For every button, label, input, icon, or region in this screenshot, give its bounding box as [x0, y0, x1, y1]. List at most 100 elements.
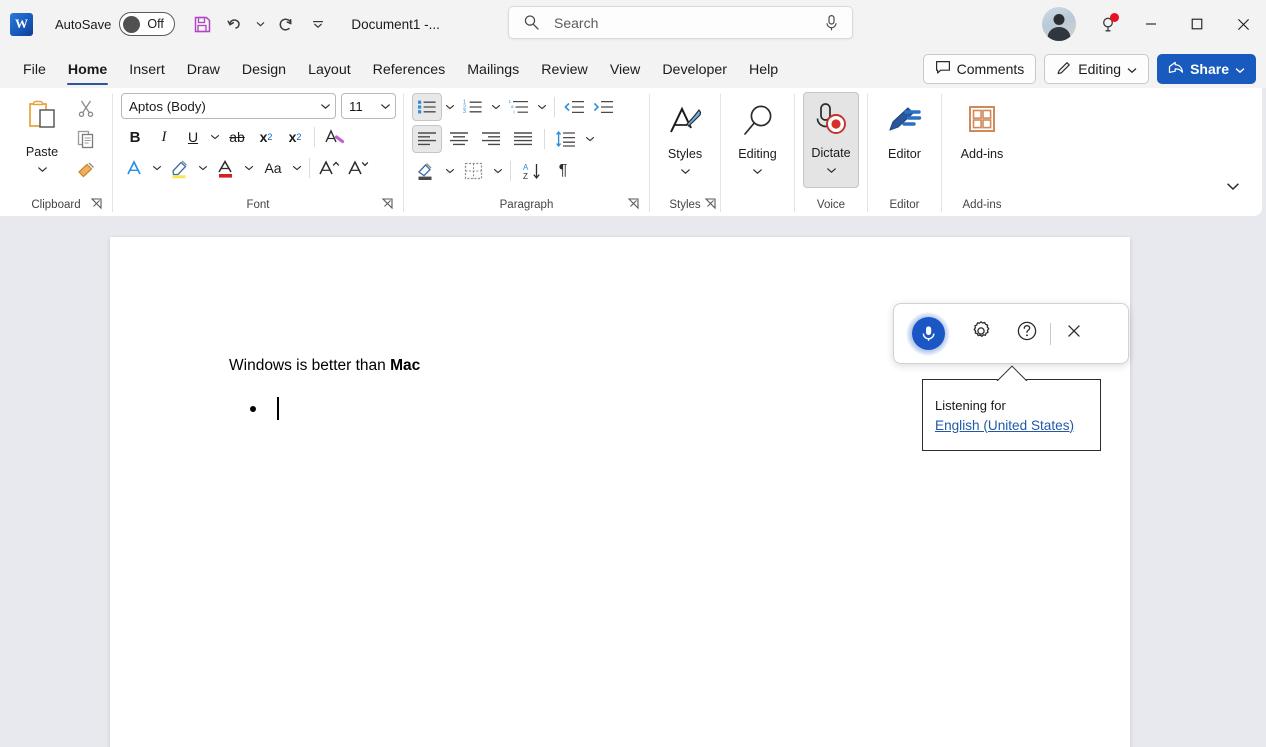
- maximize-icon[interactable]: [1174, 0, 1220, 48]
- paragraph-marks-button[interactable]: ¶: [549, 157, 577, 185]
- dictate-button[interactable]: Dictate: [803, 92, 859, 188]
- grow-font-button[interactable]: [315, 154, 343, 182]
- tab-design[interactable]: Design: [231, 52, 297, 88]
- chevron-down-icon[interactable]: [680, 162, 691, 180]
- font-family-combo[interactable]: Aptos (Body): [121, 93, 336, 119]
- tab-mailings[interactable]: Mailings: [456, 52, 530, 88]
- line-spacing-chevron-down-icon[interactable]: [583, 126, 597, 152]
- chevron-down-icon[interactable]: [752, 162, 763, 180]
- tab-view[interactable]: View: [599, 52, 652, 88]
- close-icon[interactable]: [1220, 0, 1266, 48]
- lightbulb-icon[interactable]: [1088, 4, 1128, 44]
- dialog-launcher-icon[interactable]: [627, 197, 641, 211]
- strikethrough-button[interactable]: ab: [223, 123, 251, 151]
- underline-chevron-down-icon[interactable]: [208, 124, 222, 150]
- shrink-font-button[interactable]: [344, 154, 372, 182]
- line-spacing-button[interactable]: [551, 125, 581, 153]
- undo-dropdown-chevron-icon[interactable]: [251, 9, 269, 39]
- increase-indent-button[interactable]: [589, 93, 617, 121]
- clear-formatting-button[interactable]: [320, 123, 348, 151]
- save-icon[interactable]: [187, 9, 217, 39]
- shading-button[interactable]: [412, 157, 442, 185]
- quick-access-more-icon[interactable]: [303, 9, 333, 39]
- dictation-close-button[interactable]: [1057, 317, 1091, 351]
- dialog-launcher-icon[interactable]: [90, 197, 104, 211]
- redo-icon[interactable]: [271, 9, 301, 39]
- justify-button[interactable]: [508, 125, 538, 153]
- borders-chevron-down-icon[interactable]: [491, 158, 505, 184]
- text-highlight-button[interactable]: [165, 154, 195, 182]
- user-avatar[interactable]: [1042, 7, 1076, 41]
- share-button[interactable]: Share: [1157, 54, 1256, 84]
- tab-layout[interactable]: Layout: [297, 52, 362, 88]
- dictation-settings-button[interactable]: [964, 317, 998, 351]
- tab-developer[interactable]: Developer: [651, 52, 738, 88]
- font-size-combo[interactable]: 11: [341, 93, 396, 119]
- italic-button[interactable]: I: [150, 123, 178, 151]
- tab-draw[interactable]: Draw: [176, 52, 231, 88]
- bold-button[interactable]: B: [121, 123, 149, 151]
- styles-button[interactable]: Styles: [653, 98, 717, 180]
- listening-status-label: Listening for: [935, 398, 1100, 413]
- shading-chevron-down-icon[interactable]: [443, 158, 457, 184]
- tab-help[interactable]: Help: [738, 52, 789, 88]
- chevron-down-icon[interactable]: [826, 161, 837, 179]
- collapse-ribbon-chevron-down-icon[interactable]: [1220, 174, 1246, 198]
- text-effects-chevron-down-icon[interactable]: [150, 155, 164, 181]
- editor-button[interactable]: Editor: [871, 98, 939, 161]
- clipboard-group-label: Clipboard: [0, 194, 112, 216]
- decrease-indent-button[interactable]: [560, 93, 588, 121]
- tab-file[interactable]: File: [12, 52, 57, 88]
- font-color-chevron-down-icon[interactable]: [242, 155, 256, 181]
- editing-button[interactable]: Editing: [724, 98, 792, 180]
- microphone-icon[interactable]: [824, 14, 839, 32]
- text-effects-button[interactable]: [121, 154, 149, 182]
- autosave-toggle[interactable]: Off: [119, 12, 175, 36]
- numbering-chevron-down-icon[interactable]: [489, 94, 503, 120]
- svg-text:A: A: [523, 163, 529, 172]
- change-case-chevron-down-icon[interactable]: [290, 155, 304, 181]
- paste-button[interactable]: Paste: [14, 92, 70, 178]
- multilevel-list-button[interactable]: 1ai: [504, 93, 534, 121]
- align-center-button[interactable]: [444, 125, 474, 153]
- bullets-button[interactable]: [412, 93, 442, 121]
- help-icon: [1016, 320, 1038, 347]
- dialog-launcher-icon[interactable]: [381, 197, 395, 211]
- multilevel-chevron-down-icon[interactable]: [535, 94, 549, 120]
- bullets-chevron-down-icon[interactable]: [443, 94, 457, 120]
- dialog-launcher-icon[interactable]: [704, 197, 718, 211]
- align-left-button[interactable]: [412, 125, 442, 153]
- subscript-button[interactable]: x2: [252, 123, 280, 151]
- tab-review[interactable]: Review: [530, 52, 599, 88]
- cut-button[interactable]: [72, 94, 100, 122]
- minimize-icon[interactable]: [1128, 0, 1174, 48]
- sort-button[interactable]: AZ: [516, 157, 548, 185]
- format-painter-button[interactable]: [72, 156, 100, 184]
- font-color-button[interactable]: [211, 154, 241, 182]
- tab-home[interactable]: Home: [57, 52, 118, 88]
- svg-text:3: 3: [463, 109, 466, 115]
- align-right-button[interactable]: [476, 125, 506, 153]
- search-input[interactable]: Search: [508, 6, 853, 39]
- dictation-help-button[interactable]: [1010, 317, 1044, 351]
- editing-mode-button[interactable]: Editing: [1044, 54, 1149, 84]
- tab-references[interactable]: References: [362, 52, 457, 88]
- highlight-chevron-down-icon[interactable]: [196, 155, 210, 181]
- change-case-button[interactable]: Aa: [257, 154, 289, 182]
- dictation-language-link[interactable]: English (United States): [935, 418, 1100, 433]
- chevron-down-icon[interactable]: [37, 160, 48, 178]
- comments-button[interactable]: Comments: [923, 54, 1037, 84]
- borders-button[interactable]: [458, 157, 490, 185]
- dictation-mic-button[interactable]: [906, 312, 950, 356]
- undo-icon[interactable]: [219, 9, 249, 39]
- document-canvas[interactable]: Windows is better than Mac: [0, 216, 1266, 747]
- numbering-button[interactable]: 123: [458, 93, 488, 121]
- superscript-button[interactable]: x2: [281, 123, 309, 151]
- word-application-window: W AutoSave Off Document1 -...: [0, 0, 1266, 747]
- addins-button[interactable]: Add-ins: [945, 98, 1019, 161]
- tab-insert[interactable]: Insert: [118, 52, 175, 88]
- share-label: Share: [1190, 61, 1229, 77]
- underline-button[interactable]: U: [179, 123, 207, 151]
- copy-button[interactable]: [72, 125, 100, 153]
- document-title[interactable]: Document1 -...: [351, 17, 440, 32]
